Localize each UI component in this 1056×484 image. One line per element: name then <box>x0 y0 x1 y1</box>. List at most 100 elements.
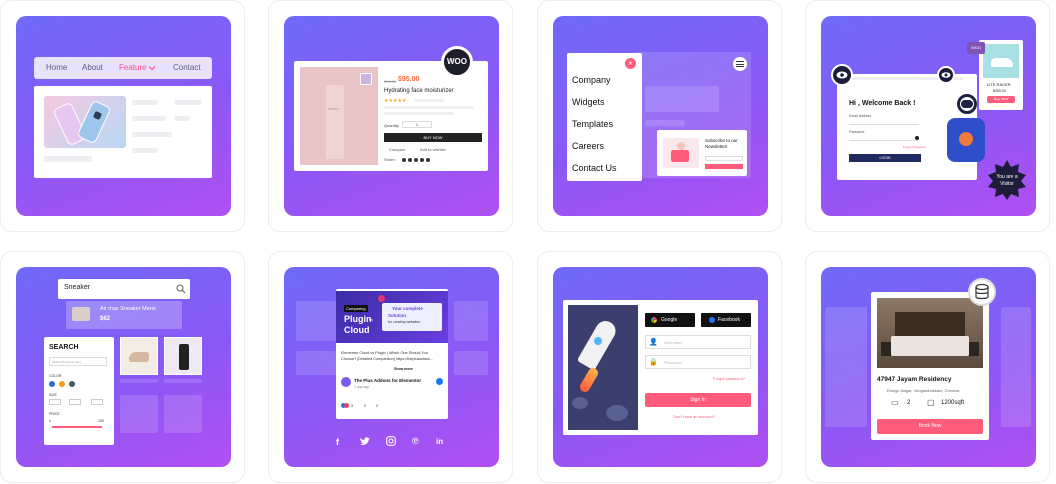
toggle-icon[interactable] <box>915 136 919 140</box>
price-max: 100 <box>98 419 104 423</box>
size-option[interactable] <box>69 399 81 405</box>
share-icon[interactable] <box>408 158 412 162</box>
linkedin-social-icon[interactable]: in <box>436 437 443 446</box>
share-icon[interactable] <box>414 158 418 162</box>
qty-stepper[interactable]: 1 <box>402 121 432 128</box>
size-label: SIZE <box>49 393 57 397</box>
facebook-label: Facebook <box>718 317 740 323</box>
eye-icon[interactable] <box>831 64 853 86</box>
filter-search-input[interactable]: Search Products here <box>49 357 107 366</box>
color-swatch-blue[interactable] <box>49 381 55 387</box>
buy-now-button[interactable]: BUY NOW <box>384 133 482 142</box>
sidebar-item-templates[interactable]: Templates <box>572 119 613 129</box>
card-background: Google Facebook 👤 Username 🔒 Password Fo… <box>553 267 768 467</box>
product-thumb <box>360 73 372 85</box>
show-more-link[interactable]: Show more <box>394 367 413 371</box>
signin-panel: Google Facebook 👤 Username 🔒 Password Fo… <box>563 300 758 435</box>
card-property-listing[interactable]: 47947 Jayam Residency Elango Nagar, Viru… <box>805 251 1050 483</box>
price-slider[interactable] <box>52 426 102 428</box>
instagram-social-icon[interactable] <box>386 436 396 446</box>
menu-item-home[interactable]: Home <box>46 63 67 72</box>
password-field[interactable]: 🔒 Password <box>645 355 751 369</box>
banner-line-c: for creating websites <box>388 320 421 324</box>
shoe-image <box>983 44 1019 78</box>
color-swatch-gray[interactable] <box>69 381 75 387</box>
card-background: NOBOX $95.00 $95.00 Hydrating face moist… <box>284 16 499 216</box>
sidebar-item-company[interactable]: Company <box>572 75 611 85</box>
search-bar[interactable]: Sneaker <box>58 279 190 299</box>
login-button[interactable]: LOGIN <box>849 154 921 162</box>
bedroom-image <box>877 298 983 368</box>
author-avatar[interactable] <box>341 377 351 387</box>
post-date: 1 day ago <box>354 385 370 389</box>
facebook-button[interactable]: Facebook <box>701 313 751 327</box>
tube-label: NOBOX <box>328 107 339 111</box>
eye-icon[interactable] <box>937 66 955 84</box>
author-name[interactable]: The Plus Addons for Elementor <box>354 378 421 383</box>
user-icon: 👤 <box>649 339 658 346</box>
banner-line-a: Your complete <box>392 306 423 311</box>
wishlist-link[interactable]: Add to wishlist <box>420 147 446 152</box>
chevron-down-icon <box>148 66 156 71</box>
sidebar-item-careers[interactable]: Careers <box>572 141 604 151</box>
username-field[interactable]: 👤 Username <box>645 335 751 349</box>
sign-in-button[interactable]: Sign In <box>645 393 751 407</box>
share-icon[interactable] <box>420 158 424 162</box>
color-label: COLOR <box>49 374 62 378</box>
color-swatch-orange[interactable] <box>59 381 65 387</box>
card-social-feed[interactable]: Comparing Plugin vs Cloud Your complete … <box>268 251 513 483</box>
share-icon[interactable] <box>402 158 406 162</box>
search-result[interactable]: Air max Sneaker Mens $62 <box>66 301 182 329</box>
buy-now-label: BUY NOW <box>423 135 443 140</box>
close-icon[interactable]: × <box>625 58 636 69</box>
no-account-link[interactable]: Don't have an account? <box>673 414 715 419</box>
price: $95.00 <box>398 76 420 83</box>
size-option[interactable] <box>49 399 61 405</box>
compare-link[interactable]: Compare <box>389 147 405 152</box>
newsletter-title: Subscribe to our Newsletter! <box>705 138 738 149</box>
google-label: Google <box>661 317 678 323</box>
share-icon[interactable] <box>426 158 430 162</box>
reaction-count: 3 <box>351 403 354 408</box>
card-mega-menu[interactable]: Home About Feature Contact <box>0 0 245 232</box>
menu-item-about[interactable]: About <box>82 63 103 72</box>
card-login[interactable]: Hi , Welcome Back ! Email address Passwo… <box>805 0 1050 232</box>
size-option[interactable] <box>91 399 103 405</box>
sidebar-item-widgets[interactable]: Widgets <box>572 97 605 107</box>
google-icon <box>651 317 657 323</box>
forgot-password-link[interactable]: Forgot Password <box>903 145 926 149</box>
card-signin[interactable]: Google Facebook 👤 Username 🔒 Password Fo… <box>537 251 782 483</box>
card-sidebar-menu[interactable]: × Company Widgets Templates Careers Cont… <box>537 0 782 232</box>
filter-title: SEARCH <box>49 344 79 351</box>
search-filter-panel: SEARCH Search Products here COLOR SIZE P… <box>44 337 114 445</box>
social-post: Comparing Plugin vs Cloud Your complete … <box>336 289 448 419</box>
bed-icon: ▭ <box>891 398 899 407</box>
result-thumb <box>72 307 90 321</box>
search-input[interactable]: Sneaker <box>64 284 90 291</box>
hamburger-menu-icon[interactable] <box>733 57 747 71</box>
card-search[interactable]: Sneaker Air max Sneaker Mens $62 SEARCH … <box>0 251 245 483</box>
password-placeholder: Password <box>664 360 682 365</box>
pinterest-social-icon[interactable]: ℗ <box>412 436 419 446</box>
subscribe-button[interactable] <box>705 164 743 169</box>
sidebar-item-contact[interactable]: Contact Us <box>572 163 617 173</box>
book-now-button[interactable]: Book Now <box>877 419 983 434</box>
card-product[interactable]: NOBOX $95.00 $95.00 Hydrating face moist… <box>268 0 513 232</box>
newsletter-email-input[interactable] <box>705 156 743 161</box>
post-headline-c: Cloud <box>344 325 370 335</box>
google-button[interactable]: Google <box>645 313 695 327</box>
shoe-buy-button[interactable]: Buy Now <box>987 96 1015 103</box>
facebook-icon[interactable] <box>436 378 443 385</box>
visitor-text: You are a Visitor <box>996 174 1018 187</box>
forgot-password-link[interactable]: Forgot password? <box>713 376 745 381</box>
product-image-bottle <box>164 337 202 375</box>
menu-item-feature[interactable]: Feature <box>119 63 147 72</box>
menu-item-contact[interactable]: Contact <box>173 63 201 72</box>
search-icon[interactable] <box>176 284 186 294</box>
email-field[interactable] <box>849 120 919 125</box>
facebook-social-icon[interactable]: f <box>336 437 339 447</box>
password-field[interactable] <box>849 136 919 141</box>
twitter-social-icon[interactable] <box>360 437 370 446</box>
post-tag: Comparing <box>344 305 368 312</box>
sidebar-panel: × Company Widgets Templates Careers Cont… <box>567 53 642 181</box>
